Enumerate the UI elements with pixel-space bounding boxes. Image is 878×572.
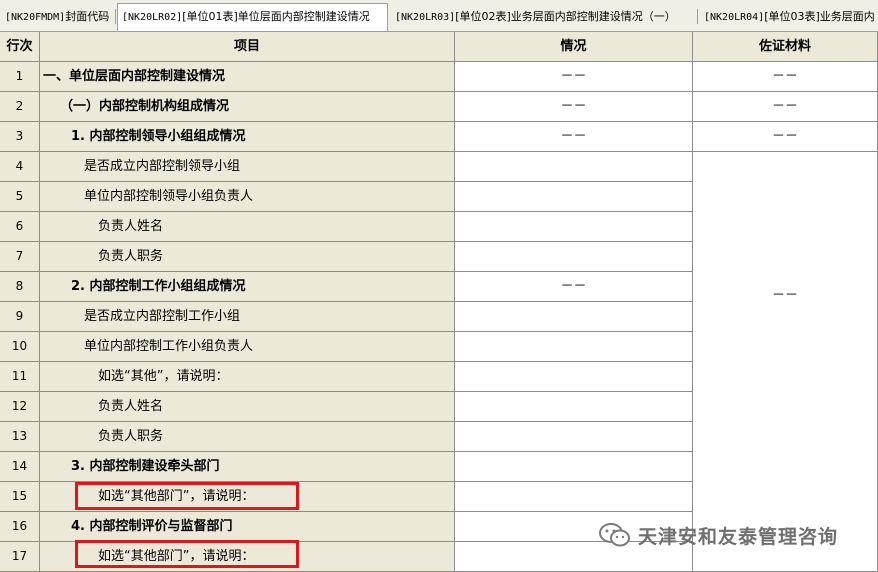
row-number: 6 — [0, 212, 40, 242]
material-cell: －－ — [693, 62, 878, 92]
header-situation: 情况 — [455, 32, 693, 62]
situation-input[interactable] — [455, 152, 693, 182]
situation-input[interactable] — [455, 392, 693, 422]
row-number: 8 — [0, 272, 40, 302]
tab-code: [NK20LR04] — [704, 12, 765, 23]
sheet-tab-bar: [NK20FMDM]封面代码 [NK20LR02][单位01表]单位层面内部控制… — [0, 0, 878, 32]
item-label: 1. 内部控制领导小组组成情况 — [40, 122, 455, 152]
watermark: 天津安和友泰管理咨询 — [598, 520, 838, 550]
row-number: 10 — [0, 332, 40, 362]
tab-label: [单位02表]业务层面内部控制建设情况（一） — [455, 10, 676, 23]
situation-cell: －－ — [455, 92, 693, 122]
situation-input[interactable] — [455, 332, 693, 362]
row-number: 11 — [0, 362, 40, 392]
header-item: 项目 — [40, 32, 455, 62]
tab-code: [NK20LR03] — [395, 12, 456, 23]
row-number: 15 — [0, 482, 40, 512]
situation-input[interactable] — [455, 482, 693, 512]
situation-input[interactable] — [455, 422, 693, 452]
item-label: 一、单位层面内部控制建设情况 — [40, 62, 455, 92]
row-number: 16 — [0, 512, 40, 542]
tab-unit-02[interactable]: [NK20LR03][单位02表]业务层面内部控制建设情况（一） — [390, 6, 696, 28]
tab-code: [NK20LR02] — [122, 12, 183, 23]
item-label: （一）内部控制机构组成情况 — [40, 92, 455, 122]
row-number: 4 — [0, 152, 40, 182]
row-number: 9 — [0, 302, 40, 332]
row-number: 12 — [0, 392, 40, 422]
watermark-text: 天津安和友泰管理咨询 — [638, 525, 839, 548]
tab-label: 封面代码 — [65, 10, 110, 23]
table-row: 3 1. 内部控制领导小组组成情况 －－ －－ — [0, 122, 878, 152]
item-label: 是否成立内部控制领导小组 — [40, 152, 455, 182]
row-number: 13 — [0, 422, 40, 452]
situation-input[interactable] — [455, 302, 693, 332]
item-label: 3. 内部控制建设牵头部门 — [40, 452, 455, 482]
item-label: 负责人职务 — [40, 242, 455, 272]
item-label: 4. 内部控制评价与监督部门 — [40, 512, 455, 542]
item-label: 是否成立内部控制工作小组 — [40, 302, 455, 332]
table-row: 1 一、单位层面内部控制建设情况 －－ －－ — [0, 62, 878, 92]
material-merged-cell: －－ — [693, 152, 878, 572]
situation-input[interactable] — [455, 182, 693, 212]
form-grid: 行次 项目 情况 佐证材料 1 一、单位层面内部控制建设情况 －－ －－ 2 （… — [0, 32, 878, 572]
tab-separator — [697, 9, 698, 24]
tab-cover-code[interactable]: [NK20FMDM]封面代码 — [0, 6, 114, 28]
row-number: 2 — [0, 92, 40, 122]
tab-code: [NK20FMDM] — [5, 12, 66, 23]
item-label: 负责人姓名 — [40, 212, 455, 242]
wechat-icon — [599, 523, 630, 547]
tab-unit-03[interactable]: [NK20LR04][单位03表]业务层面内 — [699, 6, 878, 28]
item-label: 单位内部控制领导小组负责人 — [40, 182, 455, 212]
highlight-box-row-17 — [75, 540, 299, 568]
row-number: 14 — [0, 452, 40, 482]
row-number: 1 — [0, 62, 40, 92]
tab-label: [单位01表]单位层面内部控制建设情况 — [182, 10, 370, 23]
situation-cell: －－ — [455, 272, 693, 302]
situation-cell: －－ — [455, 62, 693, 92]
row-number: 5 — [0, 182, 40, 212]
item-label: 2. 内部控制工作小组组成情况 — [40, 272, 455, 302]
item-label: 如选“其他”，请说明： — [40, 362, 455, 392]
material-cell: －－ — [693, 92, 878, 122]
header-row-number: 行次 — [0, 32, 40, 62]
tab-separator — [115, 9, 116, 24]
situation-cell: －－ — [455, 122, 693, 152]
situation-input[interactable] — [455, 452, 693, 482]
item-label: 负责人职务 — [40, 422, 455, 452]
row-number: 7 — [0, 242, 40, 272]
material-cell: －－ — [693, 122, 878, 152]
highlight-box-row-15 — [75, 482, 299, 510]
row-number: 17 — [0, 542, 40, 572]
header-material: 佐证材料 — [693, 32, 878, 62]
row-number: 3 — [0, 122, 40, 152]
situation-input[interactable] — [455, 362, 693, 392]
item-label: 单位内部控制工作小组负责人 — [40, 332, 455, 362]
situation-input[interactable] — [455, 242, 693, 272]
tab-unit-01[interactable]: [NK20LR02][单位01表]单位层面内部控制建设情况 — [117, 3, 388, 31]
situation-input[interactable] — [455, 212, 693, 242]
tab-label: [单位03表]业务层面内 — [764, 10, 875, 23]
item-label: 负责人姓名 — [40, 392, 455, 422]
material-merged-value: －－ — [771, 288, 798, 303]
table-row: 2 （一）内部控制机构组成情况 －－ －－ — [0, 92, 878, 122]
